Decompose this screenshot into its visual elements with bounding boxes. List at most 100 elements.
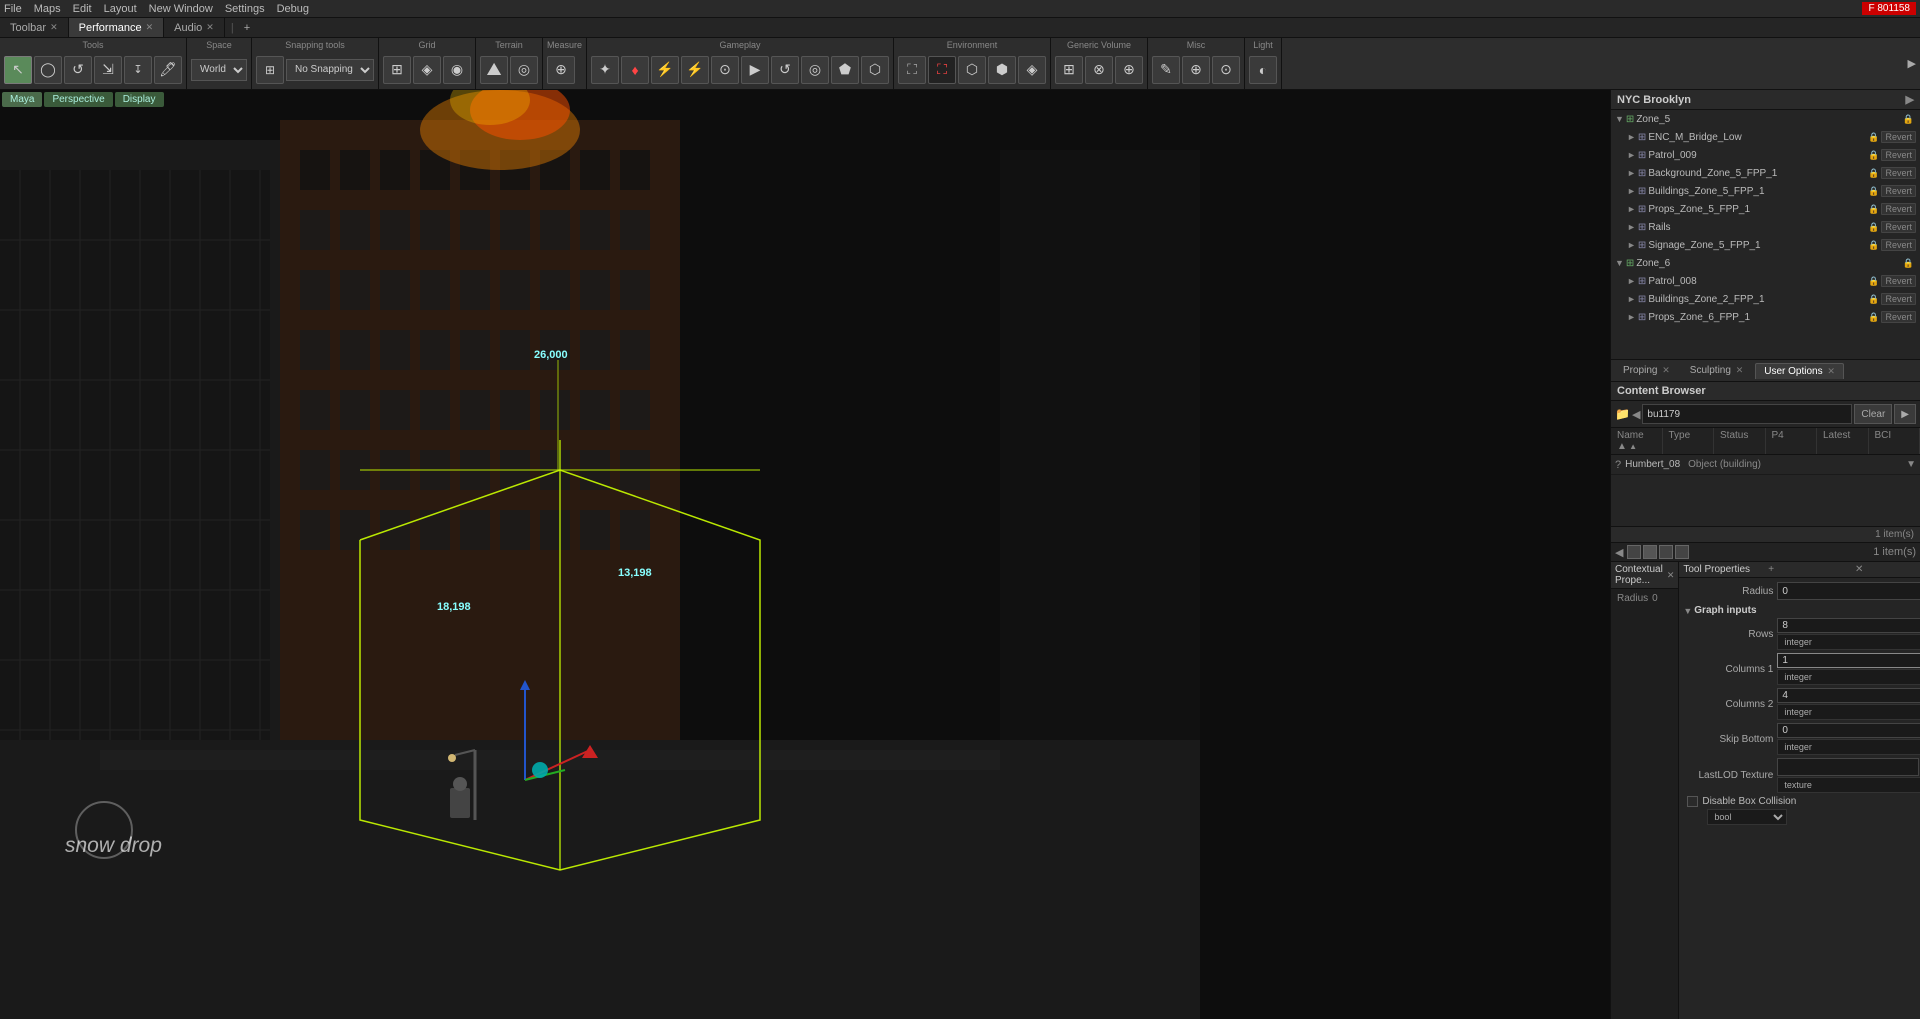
gp-btn1[interactable]: ✦ xyxy=(591,56,619,84)
viewport[interactable]: Maya Perspective Display xyxy=(0,90,1610,1019)
outliner-props-zone6[interactable]: ► ⊞ Props_Zone_6_FPP_1 🔒 Revert xyxy=(1611,308,1920,326)
menu-edit[interactable]: Edit xyxy=(73,3,92,15)
cb-row-humbert[interactable]: ? Humbert_08 Object (building) ▼ xyxy=(1611,455,1920,475)
gv-btn1[interactable]: ⊞ xyxy=(1055,56,1083,84)
env-btn4[interactable]: ⬢ xyxy=(988,56,1016,84)
outliner-patrol008[interactable]: ► ⊞ Patrol_008 🔒 Revert xyxy=(1611,272,1920,290)
cb-row-dropdown[interactable]: ▼ xyxy=(1906,459,1916,470)
tp-radius-input[interactable] xyxy=(1777,582,1920,600)
menu-file[interactable]: File xyxy=(4,3,22,15)
outliner-expand[interactable]: ▶ xyxy=(1906,93,1914,106)
tp-rows-input[interactable] xyxy=(1777,618,1920,633)
tp-col2-type[interactable]: integer float xyxy=(1777,704,1920,720)
gp-btn3[interactable]: ⚡ xyxy=(651,56,679,84)
gp-btn7[interactable]: ↺ xyxy=(771,56,799,84)
cb-col-type[interactable]: Type xyxy=(1663,428,1715,454)
tp-col1-type[interactable]: integer float xyxy=(1777,669,1920,685)
cb-search-input[interactable] xyxy=(1642,404,1852,424)
tab-toolbar-close[interactable]: ✕ xyxy=(50,22,58,33)
tool-select[interactable]: ↖ xyxy=(4,56,32,84)
cb-list-view[interactable] xyxy=(1627,545,1641,559)
light-btn1[interactable]: ◐ xyxy=(1249,56,1277,84)
tp-lod-type[interactable]: texture material xyxy=(1777,777,1920,793)
user-options-close[interactable]: ✕ xyxy=(1827,366,1835,376)
tab-audio[interactable]: Audio ✕ xyxy=(164,18,225,37)
rails-revert[interactable]: Revert xyxy=(1881,221,1916,233)
tp-close[interactable]: ✕ xyxy=(1855,564,1920,575)
outliner-enc-bridge[interactable]: ► ⊞ ENC_M_Bridge_Low 🔒 Revert xyxy=(1611,128,1920,146)
outliner-props-zone5[interactable]: ► ⊞ Props_Zone_5_FPP_1 🔒 Revert xyxy=(1611,200,1920,218)
snap-icon[interactable]: ⊞ xyxy=(256,56,284,84)
grid-btn2[interactable]: ◈ xyxy=(413,56,441,84)
outliner-signage-zone5[interactable]: ► ⊞ Signage_Zone_5_FPP_1 🔒 Revert xyxy=(1611,236,1920,254)
gp-btn10[interactable]: ⬡ xyxy=(861,56,889,84)
tool-rotate[interactable]: ↺ xyxy=(64,56,92,84)
props-zone6-revert[interactable]: Revert xyxy=(1881,311,1916,323)
env-btn3[interactable]: ⬡ xyxy=(958,56,986,84)
menu-settings[interactable]: Settings xyxy=(225,3,265,15)
viewport-tab-display[interactable]: Display xyxy=(115,92,164,107)
enc-bridge-revert[interactable]: Revert xyxy=(1881,131,1916,143)
outliner-zone6[interactable]: ▼ ⊞ Zone_6 🔒 xyxy=(1611,254,1920,272)
panel-tab-proping[interactable]: Proping ✕ xyxy=(1615,363,1678,378)
gp-btn8[interactable]: ◎ xyxy=(801,56,829,84)
viewport-tab-perspective[interactable]: Perspective xyxy=(44,92,112,107)
env-btn1[interactable]: ⛶ xyxy=(898,56,926,84)
cb-scroll-left[interactable]: ◀ xyxy=(1615,546,1623,559)
cb-back-icon[interactable]: ◀ xyxy=(1632,408,1640,421)
grid-btn3[interactable]: ◉ xyxy=(443,56,471,84)
proping-close[interactable]: ✕ xyxy=(1662,365,1670,375)
gp-btn4[interactable]: ⚡ xyxy=(681,56,709,84)
tab-audio-close[interactable]: ✕ xyxy=(206,22,214,33)
cb-grid-view[interactable] xyxy=(1643,545,1657,559)
measure-btn[interactable]: ⊕ xyxy=(547,56,575,84)
gp-btn2[interactable]: ♦ xyxy=(621,56,649,84)
grid-btn1[interactable]: ⊞ xyxy=(383,56,411,84)
cb-col-status[interactable]: Status xyxy=(1714,428,1766,454)
cb-forward-button[interactable]: ▶ xyxy=(1894,404,1916,424)
menu-maps[interactable]: Maps xyxy=(34,3,61,15)
cb-col-bci[interactable]: BCI xyxy=(1869,428,1920,454)
tp-plus-icon[interactable]: + xyxy=(1768,564,1849,575)
gp-btn5[interactable]: ⊙ xyxy=(711,56,739,84)
env-btn5[interactable]: ◈ xyxy=(1018,56,1046,84)
tp-col1-input[interactable] xyxy=(1777,653,1920,668)
tab-toolbar[interactable]: Toolbar ✕ xyxy=(0,18,69,37)
tp-skip-input[interactable] xyxy=(1777,723,1920,738)
misc-btn3[interactable]: ⊙ xyxy=(1212,56,1240,84)
signage-zone5-revert[interactable]: Revert xyxy=(1881,239,1916,251)
tab-add[interactable]: + xyxy=(240,22,254,34)
cb-scroll-right[interactable]: 1 item(s) xyxy=(1873,546,1916,558)
buildings-zone2-revert[interactable]: Revert xyxy=(1881,293,1916,305)
toolbar-expand[interactable]: ▶ xyxy=(1904,38,1920,89)
cb-clear-button[interactable]: Clear xyxy=(1854,404,1892,424)
cb-col-name[interactable]: Name ▲ xyxy=(1611,428,1663,454)
gp-btn9[interactable]: ⬟ xyxy=(831,56,859,84)
outliner-rails[interactable]: ► ⊞ Rails 🔒 Revert xyxy=(1611,218,1920,236)
tool-scale[interactable]: ⇲ xyxy=(94,56,122,84)
tp-col2-input[interactable] xyxy=(1777,688,1920,703)
snap-dropdown[interactable]: No Snapping Snap to Grid xyxy=(286,59,374,81)
tp-disable-box-checkbox[interactable] xyxy=(1687,796,1698,807)
cb-col-p4[interactable]: P4 xyxy=(1766,428,1818,454)
buildings-zone5-revert[interactable]: Revert xyxy=(1881,185,1916,197)
terrain-btn2[interactable]: ◎ xyxy=(510,56,538,84)
tp-rows-type[interactable]: integer float xyxy=(1777,634,1920,650)
viewport-tab-maya[interactable]: Maya xyxy=(2,92,42,107)
outliner-bg-zone5[interactable]: ► ⊞ Background_Zone_5_FPP_1 🔒 Revert xyxy=(1611,164,1920,182)
tp-bool-type[interactable]: bool xyxy=(1707,809,1787,825)
terrain-btn1[interactable]: ⛰ xyxy=(480,56,508,84)
cp-close[interactable]: ✕ xyxy=(1667,570,1675,581)
tp-graph-inputs-section[interactable]: ▼ Graph inputs xyxy=(1683,603,1920,618)
tool-paint[interactable]: 🖊 xyxy=(154,56,182,84)
tab-performance[interactable]: Performance ✕ xyxy=(69,18,165,37)
outliner-buildings-zone2[interactable]: ► ⊞ Buildings_Zone_2_FPP_1 🔒 Revert xyxy=(1611,290,1920,308)
patrol008-revert[interactable]: Revert xyxy=(1881,275,1916,287)
gv-btn2[interactable]: ⊗ xyxy=(1085,56,1113,84)
panel-tab-sculpting[interactable]: Sculpting ✕ xyxy=(1682,363,1751,378)
tool-circle[interactable]: ◯ xyxy=(34,56,62,84)
panel-tab-user-options[interactable]: User Options ✕ xyxy=(1755,363,1844,379)
gv-btn3[interactable]: ⊕ xyxy=(1115,56,1143,84)
outliner-buildings-zone5[interactable]: ► ⊞ Buildings_Zone_5_FPP_1 🔒 Revert xyxy=(1611,182,1920,200)
bg-zone5-revert[interactable]: Revert xyxy=(1881,167,1916,179)
